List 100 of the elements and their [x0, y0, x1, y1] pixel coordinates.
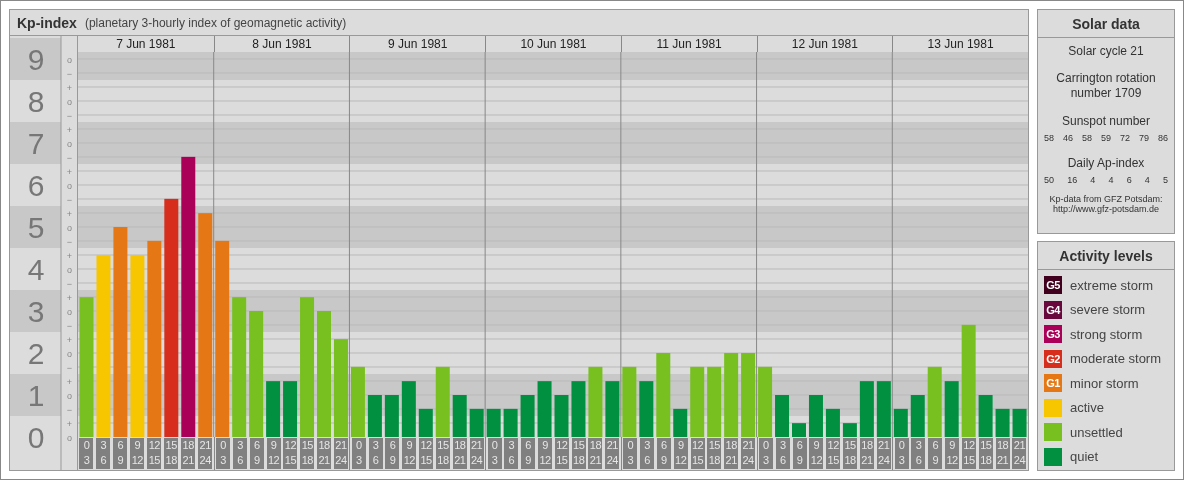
kp-sublevel-label: + — [66, 82, 73, 93]
storm-level-badge: G2 — [1044, 349, 1062, 368]
time-slot-label: 0 3 — [79, 438, 94, 469]
ap-index-value: 4 — [1090, 175, 1096, 185]
kp-bar — [927, 366, 942, 437]
date-label: 11 Jun 1981 — [656, 37, 722, 51]
time-slot-label: 15 18 — [843, 438, 858, 469]
kp-bar — [350, 366, 365, 437]
time-slot-label: 18 21 — [859, 438, 874, 469]
kp-sublevel-label: + — [66, 124, 73, 135]
time-slot-label: 18 21 — [588, 438, 603, 469]
kp-sublevel-label: o — [67, 432, 72, 443]
kp-sublevel-label: + — [66, 334, 73, 345]
kp-bar — [893, 408, 908, 437]
time-slot-label: 21 24 — [1012, 438, 1027, 469]
storm-level-badge: G5 — [1044, 276, 1062, 295]
kp-sublevel-label: o — [67, 306, 72, 317]
time-slot-label: 12 15 — [961, 438, 976, 469]
date-label: 8 Jun 1981 — [252, 37, 312, 51]
kp-sublevel-label: o — [67, 222, 72, 233]
storm-level-badge: G4 — [1044, 300, 1062, 319]
kp-axis-label: 2 — [27, 337, 45, 370]
kp-bar — [995, 408, 1010, 437]
time-slot-label: 6 9 — [521, 438, 536, 469]
time-slot-label: 15 18 — [978, 438, 993, 469]
panel-header: Solar data — [1038, 10, 1174, 38]
kp-sublevel-label: o — [67, 348, 72, 359]
panel-subtitle: (planetary 3-hourly index of geomagnetic activity) — [84, 15, 347, 30]
time-slot-label: 9 12 — [945, 438, 960, 469]
time-slot-label: 9 12 — [809, 438, 824, 469]
kp-bar — [673, 408, 688, 437]
time-slot-label: 12 15 — [419, 438, 434, 469]
kp-axis-label: 9 — [27, 43, 45, 76]
time-slot-label: 3 6 — [504, 438, 519, 469]
date-label: 13 Jun 1981 — [927, 37, 994, 51]
level-label: extreme storm — [1070, 277, 1154, 293]
kp-bar — [588, 366, 603, 437]
time-slot-label: 9 12 — [538, 438, 552, 469]
time-slot-label: 9 12 — [130, 438, 145, 469]
kp-sublevel-label: − — [66, 152, 73, 163]
kp-sublevel-label: o — [67, 390, 72, 401]
kp-bar — [978, 395, 993, 437]
kp-sublevel-label: − — [66, 278, 73, 289]
kp-bar — [707, 366, 722, 437]
time-slot-label: 9 12 — [673, 438, 688, 469]
kp-sublevel-label: − — [66, 68, 73, 79]
kp-bar — [775, 395, 790, 437]
time-slot-label: 15 18 — [435, 438, 450, 469]
time-slot-label: 12 15 — [690, 438, 705, 469]
storm-level-badge: G3 — [1044, 325, 1062, 344]
level-label: active — [1070, 400, 1104, 416]
sunspot-value: 58 — [1081, 133, 1092, 143]
carrington-rotation: Carrington rotation number 1709 — [1055, 71, 1157, 101]
panel-title: Kp-index — [17, 14, 77, 31]
time-slot-label: 21 24 — [741, 438, 755, 469]
time-slot-label: 21 24 — [333, 438, 348, 469]
ap-index-value: 6 — [1126, 175, 1132, 185]
ap-index-value: 16 — [1067, 175, 1078, 185]
kp-bar — [503, 408, 518, 437]
time-slot-label: 6 9 — [656, 438, 671, 469]
time-slot-label: 12 15 — [554, 438, 569, 469]
kp-bar — [520, 395, 535, 437]
time-slot-label: 12 15 — [147, 438, 162, 469]
kp-bar — [283, 381, 298, 437]
time-slot-label: 3 6 — [640, 438, 655, 469]
kp-bar — [401, 381, 416, 437]
kp-axis-label: 7 — [27, 127, 45, 160]
source-note: Kp-data from GFZ Potsdam: — [1049, 194, 1163, 204]
time-slot-label: 12 15 — [283, 438, 298, 469]
kp-bar — [435, 366, 450, 437]
kp-axis-label: 3 — [27, 295, 45, 328]
kp-sublevel-label: o — [67, 54, 72, 65]
source-url: http://www.gfz-potsdam.de — [1052, 204, 1160, 214]
time-slot-label: 0 3 — [758, 438, 773, 469]
time-slot-label: 6 9 — [385, 438, 400, 469]
kp-sublevel-label: + — [66, 418, 73, 429]
time-slot-label: 0 3 — [487, 438, 502, 469]
time-slot-label: 0 3 — [216, 438, 231, 469]
kp-bar — [384, 395, 399, 437]
time-slot-label: 21 24 — [198, 438, 213, 469]
kp-bar — [266, 381, 281, 437]
kp-bar — [876, 381, 891, 437]
kp-sublevel-label: − — [66, 362, 73, 373]
time-slot-label: 21 24 — [876, 438, 891, 469]
time-slot-label: 15 18 — [164, 438, 179, 469]
time-slot-label: 18 21 — [724, 438, 739, 469]
kp-sublevel-label: + — [66, 208, 73, 219]
date-label: 10 Jun 1981 — [520, 37, 587, 51]
kp-sublevel-label: − — [66, 236, 73, 247]
kp-bar — [486, 408, 501, 437]
time-slot-label: 9 12 — [402, 438, 417, 469]
ap-index-value: 50 — [1044, 175, 1054, 185]
kp-sublevel-label: − — [66, 404, 73, 415]
time-slot-label: 15 18 — [571, 438, 586, 469]
time-slot-label: 12 15 — [826, 438, 841, 469]
kp-bar — [944, 381, 959, 437]
sunspot-value: 58 — [1044, 133, 1054, 143]
time-slot-label: 21 24 — [469, 438, 484, 469]
kp-bar — [825, 408, 840, 437]
kp-bar — [469, 408, 484, 437]
